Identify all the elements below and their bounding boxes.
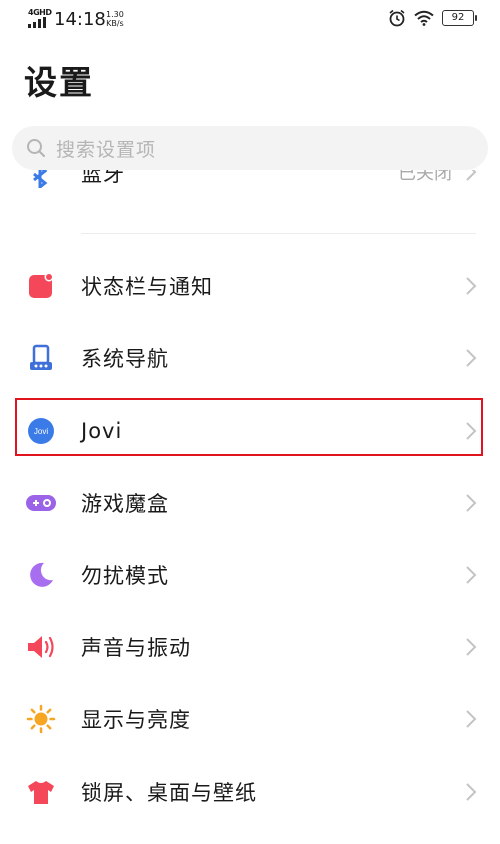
chevron-right-icon (466, 638, 477, 656)
list-item-system-navigation[interactable]: 系统导航 (0, 330, 500, 386)
list-item-label: 声音与振动 (81, 636, 191, 660)
list-item-label: 游戏魔盒 (81, 492, 169, 516)
list-item-label: 状态栏与通知 (81, 275, 213, 299)
status-bar: 4GHD 14:18 1.30 KB/s 92 (0, 0, 500, 40)
speed-unit: KB/s (106, 19, 124, 28)
navigation-icon (26, 343, 56, 373)
bluetooth-icon (33, 170, 48, 188)
sun-icon (26, 704, 56, 734)
network-type: 4GHD (28, 8, 52, 17)
list-item-game-box[interactable]: 游戏魔盒 (0, 475, 500, 531)
chevron-right-icon (466, 170, 477, 181)
chevron-right-icon (466, 277, 477, 295)
battery-indicator: 92 (442, 10, 477, 26)
shirt-icon (26, 777, 56, 807)
list-item-display-brightness[interactable]: 显示与亮度 (0, 691, 500, 747)
clock: 14:18 (54, 9, 106, 30)
list-item-label: 锁屏、桌面与壁纸 (81, 781, 257, 805)
chevron-right-icon (466, 494, 477, 512)
network-speed: 1.30 KB/s (106, 10, 124, 28)
notification-icon (26, 271, 56, 301)
chevron-right-icon (466, 349, 477, 367)
list-item-label: 系统导航 (81, 347, 169, 371)
wifi-icon (414, 10, 434, 26)
search-placeholder: 搜索设置项 (56, 138, 157, 161)
list-item-value: 已关闭 (398, 170, 452, 184)
list-item-label: 勿扰模式 (81, 564, 169, 588)
page-title: 设置 (24, 63, 94, 102)
alarm-icon (389, 9, 405, 27)
list-item-bluetooth[interactable]: 蓝牙 已关闭 (0, 170, 500, 196)
list-item-label: 蓝牙 (81, 170, 125, 186)
gamepad-icon (26, 488, 56, 518)
speaker-icon (26, 632, 56, 662)
list-item-do-not-disturb[interactable]: 勿扰模式 (0, 547, 500, 603)
highlight-box (15, 398, 483, 456)
chevron-right-icon (466, 710, 477, 728)
list-item-status-bar-notifications[interactable]: 状态栏与通知 (0, 258, 500, 314)
list-item-lockscreen-wallpaper[interactable]: 锁屏、桌面与壁纸 (0, 764, 500, 820)
section-divider (81, 233, 476, 234)
speed-value: 1.30 (106, 10, 124, 19)
chevron-right-icon (466, 783, 477, 801)
search-icon (27, 139, 46, 158)
list-item-sound-vibration[interactable]: 声音与振动 (0, 619, 500, 675)
search-bar[interactable]: 搜索设置项 (12, 126, 488, 170)
signal-icon (28, 17, 46, 28)
list-item-label: 显示与亮度 (81, 708, 191, 732)
moon-icon (26, 560, 56, 590)
chevron-right-icon (466, 566, 477, 584)
